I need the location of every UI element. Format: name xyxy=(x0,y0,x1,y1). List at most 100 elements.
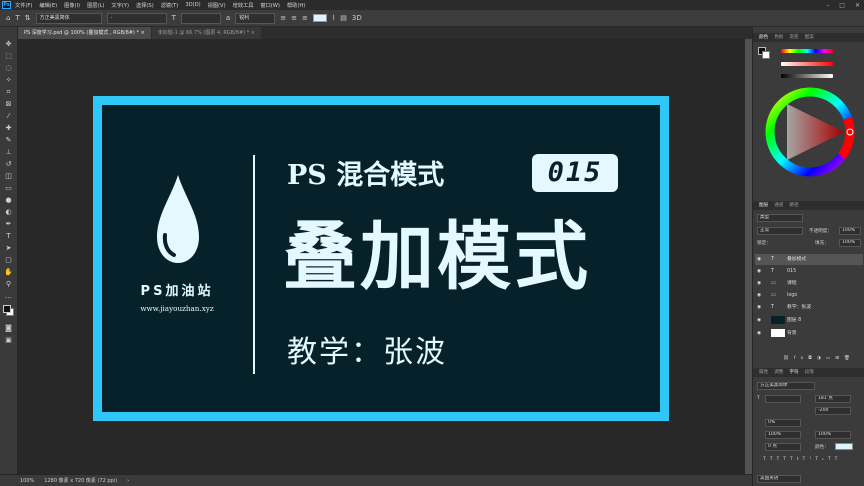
adjustment-icon[interactable]: ◑ xyxy=(817,356,826,361)
layer-row[interactable]: ◉ T 015 xyxy=(755,266,863,277)
frame-tool-icon[interactable]: ⊠ xyxy=(3,99,14,109)
layer-filter-select[interactable]: 类型 xyxy=(757,214,803,222)
text-orientation-icon[interactable]: ⇅ xyxy=(25,14,31,22)
layer-row[interactable]: ◉ T 教学：张波 xyxy=(755,302,863,313)
tab-color[interactable]: 颜色 xyxy=(759,33,768,42)
photoshop-logo[interactable]: Ps xyxy=(2,1,11,9)
artboard[interactable]: PS加油站 www.jiayouzhan.xyz PS 混合模式 015 叠加模… xyxy=(93,96,669,421)
menu-help[interactable]: 帮助(H) xyxy=(287,2,305,9)
move-tool-icon[interactable]: ✥ xyxy=(3,39,14,49)
dodge-tool-icon[interactable]: ◐ xyxy=(3,207,14,217)
tab-layers[interactable]: 图层 xyxy=(759,201,768,210)
eye-icon[interactable]: ◉ xyxy=(757,254,761,265)
brush-tool-icon[interactable]: ✎ xyxy=(3,135,14,145)
blend-mode-select[interactable]: 正常 xyxy=(757,227,803,235)
path-selection-tool-icon[interactable]: ➤ xyxy=(3,243,14,253)
close-icon[interactable]: × xyxy=(141,30,145,36)
character-size-select[interactable]: 181 点 xyxy=(815,395,851,403)
character-size-field[interactable] xyxy=(765,395,801,403)
fill-field[interactable]: 100% xyxy=(839,239,861,247)
gradient-tool-icon[interactable]: ▭ xyxy=(3,183,14,193)
tab-untitled-document[interactable]: 未标题-1 @ 66.7% (图层 4, RGB/8#) * × xyxy=(151,27,261,39)
faux-bold-icon[interactable]: T xyxy=(763,457,770,462)
eyedropper-tool-icon[interactable]: ⁄ xyxy=(3,111,14,121)
hand-tool-icon[interactable]: ✋ xyxy=(3,267,14,277)
lasso-tool-icon[interactable]: ◌ xyxy=(3,63,14,73)
tab-channels[interactable]: 通道 xyxy=(774,201,783,210)
minimize-icon[interactable]: – xyxy=(826,2,829,9)
eye-icon[interactable]: ◉ xyxy=(757,290,761,301)
document-size[interactable]: 1280 像素 x 720 像素 (72 ppi) xyxy=(44,477,117,484)
menu-view[interactable]: 视图(V) xyxy=(208,2,226,9)
tab-active-document[interactable]: PS 深度学习.psd @ 100% (叠加模式 , RGB/8#) * × xyxy=(18,27,151,39)
character-font-select[interactable]: 方正美黑简体 xyxy=(757,382,815,390)
underline-icon[interactable]: T xyxy=(828,457,835,462)
magic-wand-tool-icon[interactable]: ✧ xyxy=(3,75,14,85)
tab-gradients[interactable]: 渐变 xyxy=(789,33,798,42)
quick-mask-icon[interactable]: ◙ xyxy=(3,323,14,333)
vertical-scale-field[interactable]: 100% xyxy=(765,431,801,439)
subscript-icon[interactable]: T₁ xyxy=(815,457,828,462)
leading-scale-field[interactable]: 0% xyxy=(765,419,801,427)
eye-icon[interactable]: ◉ xyxy=(757,266,761,277)
align-center-icon[interactable]: ≡ xyxy=(291,14,297,22)
font-style-select[interactable]: - xyxy=(106,12,167,24)
tab-paragraph[interactable]: 段落 xyxy=(805,368,814,377)
eye-icon[interactable]: ◉ xyxy=(757,302,761,313)
align-left-icon[interactable]: ≡ xyxy=(280,14,286,22)
link-icon[interactable]: ⛓ xyxy=(783,356,794,361)
antialias-select[interactable]: 锐利 xyxy=(235,12,276,24)
color-panel-bg-swatch[interactable] xyxy=(762,51,770,59)
align-right-icon[interactable]: ≡ xyxy=(302,14,308,22)
menu-3d[interactable]: 3D(D) xyxy=(185,2,200,8)
color-wheel[interactable] xyxy=(765,87,855,177)
opacity-field[interactable]: 100% xyxy=(839,227,861,235)
crop-tool-icon[interactable]: ⌗ xyxy=(3,87,14,97)
eraser-tool-icon[interactable]: ◫ xyxy=(3,171,14,181)
foreground-color-swatch[interactable] xyxy=(3,305,11,313)
layer-row[interactable]: ◉ T 叠加模式 xyxy=(755,254,863,265)
menu-file[interactable]: 文件(F) xyxy=(15,2,32,9)
color-swatches[interactable] xyxy=(0,305,18,319)
tab-swatches[interactable]: 色板 xyxy=(774,33,783,42)
history-brush-tool-icon[interactable]: ↺ xyxy=(3,159,14,169)
home-icon[interactable]: ⌂ xyxy=(6,14,10,22)
tab-paths[interactable]: 路径 xyxy=(789,201,798,210)
menu-layer[interactable]: 图层(L) xyxy=(87,2,104,9)
character-color-swatch[interactable] xyxy=(835,443,853,450)
language-select[interactable]: 美国英语 xyxy=(757,475,801,483)
3d-icon[interactable]: 3D xyxy=(352,14,362,22)
baseline-shift-field[interactable]: 0 点 xyxy=(765,443,801,451)
tab-character[interactable]: 字符 xyxy=(789,368,798,377)
canvas-area[interactable]: PS加油站 www.jiayouzhan.xyz PS 混合模式 015 叠加模… xyxy=(18,39,745,474)
tab-patterns[interactable]: 图案 xyxy=(805,33,814,42)
close-icon[interactable]: × xyxy=(251,30,255,36)
small-caps-icon[interactable]: Tt xyxy=(790,457,803,462)
menu-window[interactable]: 窗口(W) xyxy=(260,2,280,9)
superscript-icon[interactable]: T¹ xyxy=(803,457,816,462)
new-layer-icon[interactable]: ⊞ xyxy=(835,356,844,361)
chevron-right-icon[interactable]: › xyxy=(127,478,129,484)
close-icon[interactable]: ✕ xyxy=(855,2,860,9)
type-tool-icon[interactable]: T xyxy=(15,14,19,22)
all-caps-icon[interactable]: TT xyxy=(776,457,789,462)
eye-icon[interactable]: ◉ xyxy=(757,315,761,326)
tab-adjustments[interactable]: 调整 xyxy=(774,368,783,377)
fx-icon[interactable]: fx xyxy=(794,356,808,361)
healing-brush-tool-icon[interactable]: ✚ xyxy=(3,123,14,133)
font-size-select[interactable] xyxy=(180,12,221,24)
menu-plugins[interactable]: 增效工具 xyxy=(233,2,254,9)
layer-row[interactable]: ◉ ▭ logo xyxy=(755,290,863,301)
new-group-icon[interactable]: ▭ xyxy=(826,356,835,361)
menu-filter[interactable]: 滤镜(T) xyxy=(161,2,179,9)
menu-image[interactable]: 图像(I) xyxy=(64,2,80,9)
layer-row[interactable]: ◉ 图层 8 xyxy=(755,315,863,326)
marquee-tool-icon[interactable]: ⬚ xyxy=(3,51,14,61)
blur-tool-icon[interactable]: ● xyxy=(3,195,14,205)
brightness-slider[interactable] xyxy=(781,74,833,78)
saturation-slider[interactable] xyxy=(781,62,833,66)
shape-tool-icon[interactable]: ▢ xyxy=(3,255,14,265)
horizontal-scale-field[interactable]: 100% xyxy=(815,431,851,439)
menu-select[interactable]: 选择(S) xyxy=(136,2,154,9)
screen-mode-icon[interactable]: ▣ xyxy=(3,335,14,345)
